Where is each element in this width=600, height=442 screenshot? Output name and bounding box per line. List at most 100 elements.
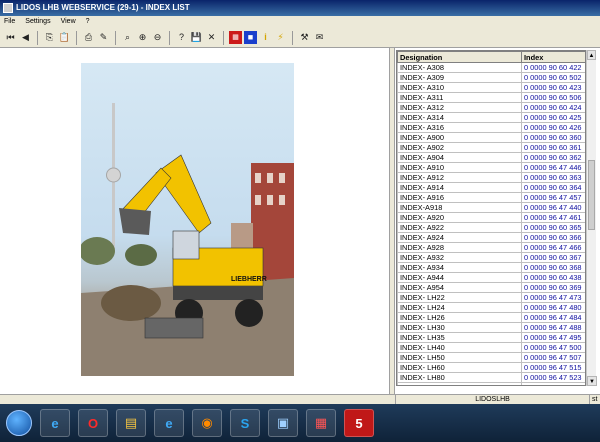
menu-view[interactable]: View [61,16,76,28]
designation-cell[interactable]: INDEX- A311 [397,92,522,103]
designation-cell[interactable]: INDEX- A932 [397,252,522,263]
designation-cell[interactable]: INDEX- A910 [397,162,522,173]
index-cell[interactable]: 0 0000 90 60 367 [521,252,585,263]
table-row[interactable]: INDEX- A910 0 0000 96 47 446 [397,162,585,173]
table-row[interactable]: INDEX- A902 0 0000 90 60 361 [397,142,585,153]
index-cell[interactable]: 0 0000 90 60 426 [521,122,585,133]
designation-cell[interactable]: INDEX- LH24 [397,302,522,313]
table-row[interactable]: INDEX- A914 0 0000 90 60 364 [397,182,585,193]
index-cell[interactable]: 0 0000 90 60 369 [521,282,585,293]
skype-icon[interactable]: S [230,409,260,437]
zoom-in-icon[interactable]: ⊕ [136,31,149,44]
index-cell[interactable]: 0 0000 96 47 480 [521,302,585,313]
index-cell[interactable]: 0 0000 90 60 365 [521,222,585,233]
index-cell[interactable]: 0 0000 90 60 368 [521,262,585,273]
designation-cell[interactable]: INDEX- A904 [397,152,522,163]
previous-record-icon[interactable]: ◀ [19,31,32,44]
table-row[interactable]: INDEX- A904 0 0000 90 60 362 [397,152,585,163]
index-cell[interactable]: 0 0000 90 60 362 [521,152,585,163]
designation-cell[interactable]: INDEX- LH35 [397,332,522,343]
table-row[interactable]: INDEX- LH35 0 0000 96 47 495 [397,332,585,343]
index-cell[interactable]: 0 0000 96 47 515 [521,362,585,373]
table-row[interactable]: INDEX- LH80 0 0000 96 47 523 [397,372,585,383]
table-row[interactable]: INDEX- A314 0 0000 90 60 425 [397,112,585,123]
scroll-up-icon[interactable]: ▲ [587,50,596,60]
index-cell[interactable]: 0 0000 96 47 466 [521,242,585,253]
designation-cell[interactable]: INDEX- A316 [397,122,522,133]
index-cell[interactable]: 0 0000 96 47 495 [521,332,585,343]
pane-splitter[interactable] [389,48,395,394]
ie-icon[interactable]: e [40,409,70,437]
scroll-down-icon[interactable]: ▼ [587,376,597,386]
save-icon[interactable]: 💾 [190,31,203,44]
index-cell[interactable]: 0 0000 90 60 438 [521,272,585,283]
copy-icon[interactable]: ⎘ [43,31,56,44]
search-icon[interactable]: ⌕ [121,31,134,44]
designation-cell[interactable]: INDEX- LH26 [397,312,522,323]
table-row[interactable]: INDEX- A316 0 0000 90 60 426 [397,122,585,133]
designation-cell[interactable]: INDEX- A308 [397,62,522,73]
grid-icon[interactable]: ▦ [229,31,242,44]
column-header-index[interactable]: Index [521,51,585,63]
index-cell[interactable]: 0 0000 90 60 423 [521,82,585,93]
table-row[interactable]: INDEX- A954 0 0000 90 60 369 [397,282,585,293]
table-row[interactable]: INDEX- A311 0 0000 90 60 506 [397,92,585,103]
designation-cell[interactable]: INDEX- LH22 [397,292,522,303]
designation-cell[interactable]: INDEX- A310 [397,82,522,93]
table-row[interactable]: INDEX- A920 0 0000 96 47 461 [397,212,585,223]
table-row[interactable]: INDEX- A312 0 0000 90 60 424 [397,102,585,113]
table-row[interactable]: INDEX- A900 0 0000 90 60 360 [397,132,585,143]
designation-cell[interactable]: INDEX- LH60 [397,362,522,373]
tools-icon[interactable]: ⚒ [298,31,311,44]
first-record-icon[interactable]: ⏮ [4,31,17,44]
designation-cell[interactable]: INDEX- A922 [397,222,522,233]
drive-icon[interactable]: ▣ [268,409,298,437]
index-cell[interactable]: 0 0000 96 47 473 [521,292,585,303]
designation-cell[interactable]: INDEX- A934 [397,262,522,273]
designation-cell[interactable]: INDEX- A954 [397,282,522,293]
menu-settings[interactable]: Settings [25,16,50,28]
table-row[interactable]: INDEX- A922 0 0000 90 60 365 [397,222,585,233]
table-row[interactable]: INDEX- LH26 0 0000 96 47 484 [397,312,585,323]
firefox-icon[interactable]: ◉ [192,409,222,437]
opera-icon[interactable]: O [78,409,108,437]
designation-cell[interactable]: INDEX- A912 [397,172,522,183]
index-cell[interactable]: 0 0000 96 47 457 [521,192,585,203]
index-cell[interactable]: 0 0000 90 60 502 [521,72,585,83]
table-row[interactable]: INDEX- LH60 0 0000 96 47 515 [397,362,585,373]
help-icon[interactable]: ? [175,31,188,44]
designation-cell[interactable]: INDEX- LH110 [397,382,522,385]
media-icon[interactable]: ▦ [306,409,336,437]
cancel-icon[interactable]: ✕ [205,31,218,44]
table-row[interactable]: INDEX- A309 0 0000 90 60 502 [397,72,585,83]
index-cell[interactable]: 0 0000 90 60 506 [521,92,585,103]
table-row[interactable]: INDEX- A928 0 0000 96 47 466 [397,242,585,253]
table-row[interactable]: INDEX- A308 0 0000 90 60 422 [397,62,585,73]
designation-cell[interactable]: INDEX- LH50 [397,352,522,363]
zoom-out-icon[interactable]: ⊖ [151,31,164,44]
mail-icon[interactable]: ✉ [313,31,326,44]
index-cell[interactable]: 0 0000 96 47 669 [521,382,585,385]
table-row[interactable]: INDEX- LH22 0 0000 96 47 473 [397,292,585,303]
table-row[interactable]: INDEX- A916 0 0000 96 47 457 [397,192,585,203]
table-row[interactable]: INDEX- A912 0 0000 90 60 363 [397,172,585,183]
table-row[interactable]: INDEX- A944 0 0000 90 60 438 [397,272,585,283]
index-cell[interactable]: 0 0000 90 60 366 [521,232,585,243]
designation-cell[interactable]: INDEX- A312 [397,102,522,113]
info-icon[interactable]: i [259,31,272,44]
index-cell[interactable]: 0 0000 96 47 523 [521,372,585,383]
table-row[interactable]: INDEX-A918 0 0000 96 47 440 [397,202,585,213]
designation-cell[interactable]: INDEX- LH80 [397,372,522,383]
index-cell[interactable]: 0 0000 90 60 424 [521,102,585,113]
designation-cell[interactable]: INDEX- A920 [397,212,522,223]
app5-icon[interactable]: 5 [344,409,374,437]
index-cell[interactable]: 0 0000 90 60 364 [521,182,585,193]
stop-icon[interactable]: ■ [244,31,257,44]
ie-alt-icon[interactable]: e [154,409,184,437]
designation-cell[interactable]: INDEX- LH30 [397,322,522,333]
table-row[interactable]: INDEX- LH50 0 0000 96 47 507 [397,352,585,363]
table-row[interactable]: INDEX- A932 0 0000 90 60 367 [397,252,585,263]
table-row[interactable]: INDEX- LH1100 0000 96 47 669 [397,382,585,385]
designation-cell[interactable]: INDEX- A928 [397,242,522,253]
index-cell[interactable]: 0 0000 90 60 422 [521,62,585,73]
